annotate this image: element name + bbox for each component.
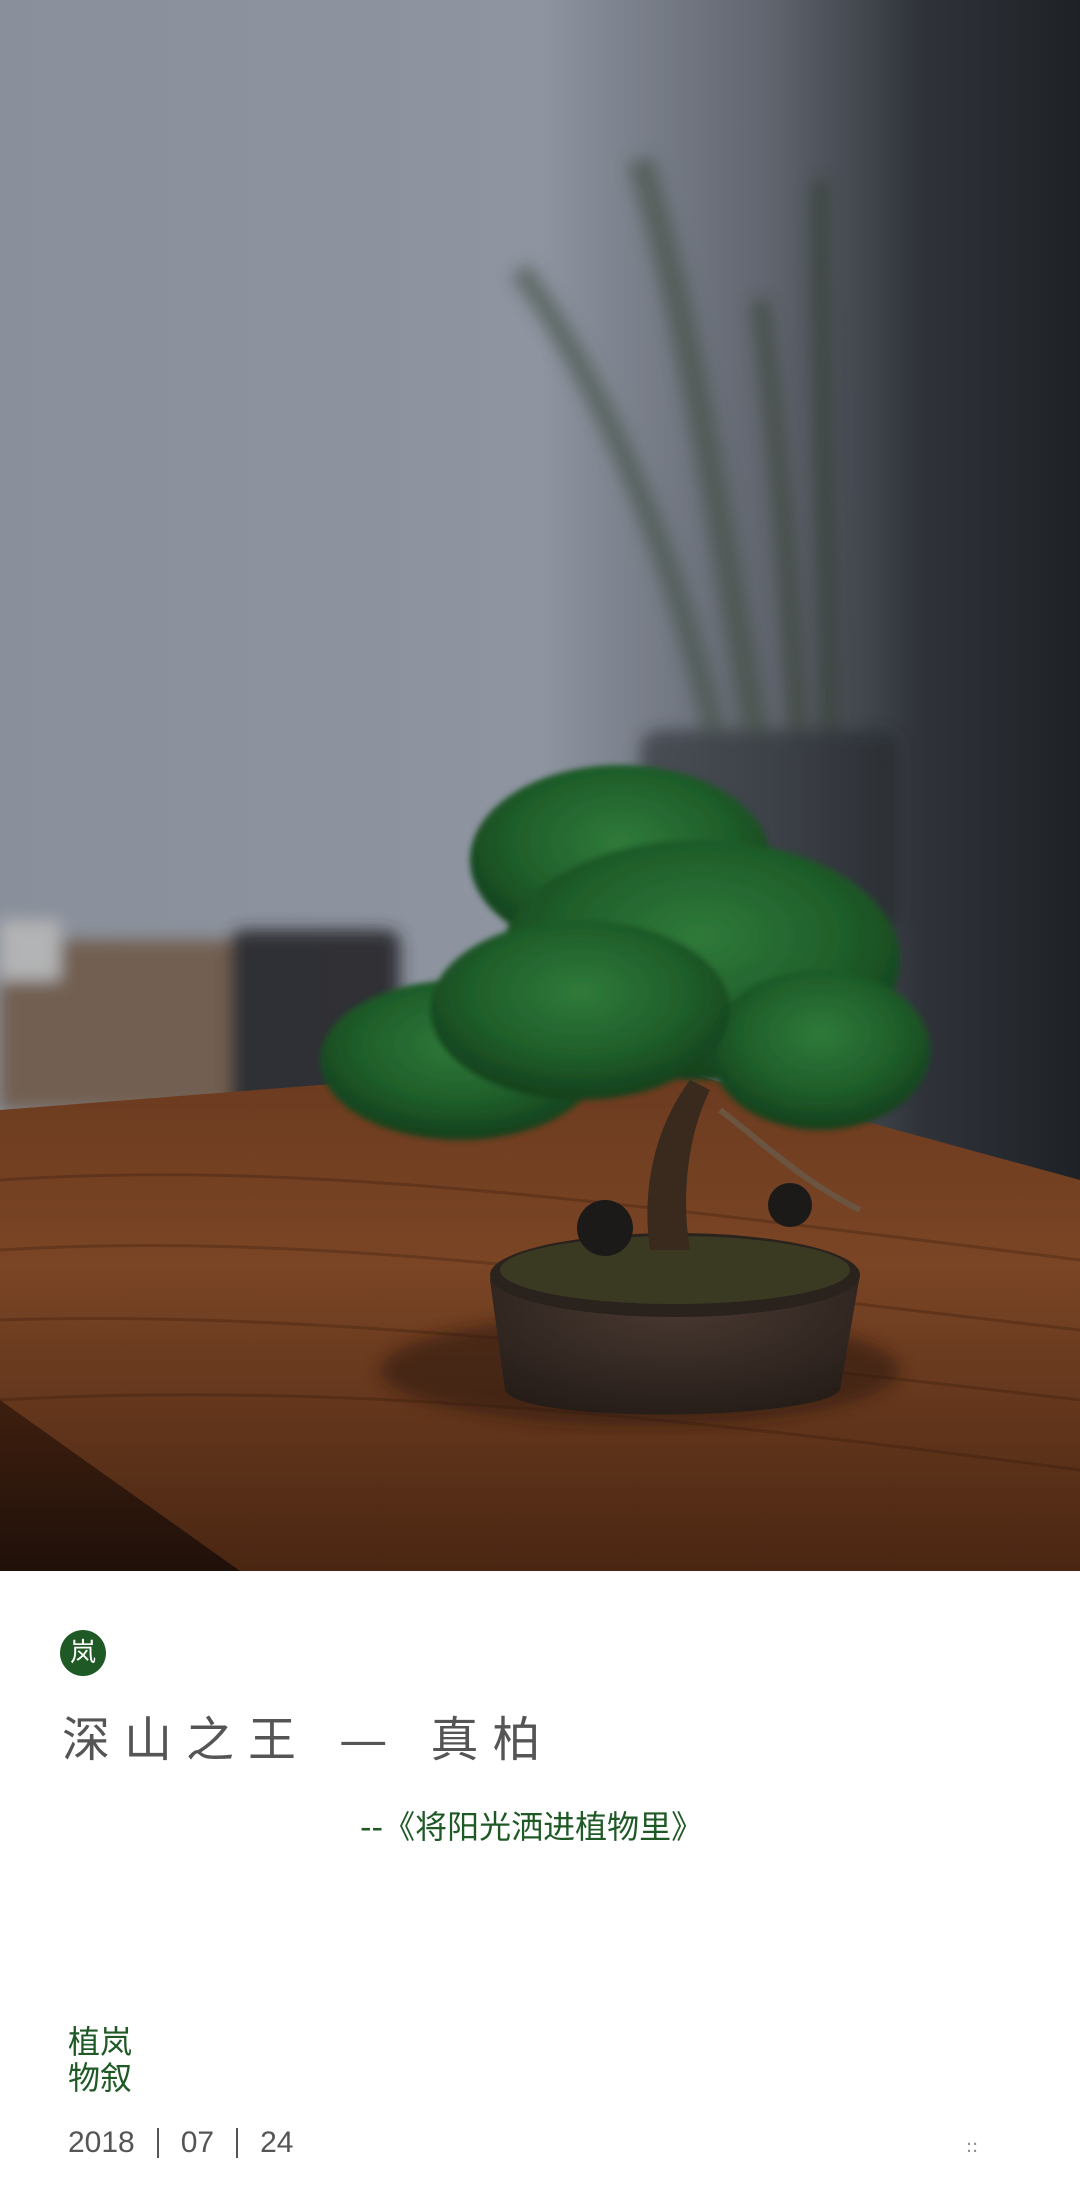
brand-line-2: 物叙	[68, 2059, 133, 2097]
brand-name: 植岚 物叙	[68, 2024, 132, 2096]
hero-photo	[0, 0, 1080, 1571]
brand-line-1: 植岚	[68, 2023, 133, 2061]
date-day: 24	[260, 2126, 294, 2159]
publish-date: 2018 07 24	[68, 2126, 294, 2160]
date-month: 07	[180, 2126, 215, 2159]
brand-badge: 岚	[60, 1630, 106, 1676]
date-separator	[236, 2128, 239, 2158]
bonsai-photo-illustration	[0, 0, 1080, 1571]
date-separator	[156, 2128, 159, 2158]
article-title: 深山之王 — 真柏	[62, 1712, 555, 1768]
date-year: 2018	[68, 2126, 135, 2159]
corner-dots-mark: ::	[966, 2136, 979, 2157]
article-subtitle: --《将阳光洒进植物里》	[360, 1808, 704, 1846]
